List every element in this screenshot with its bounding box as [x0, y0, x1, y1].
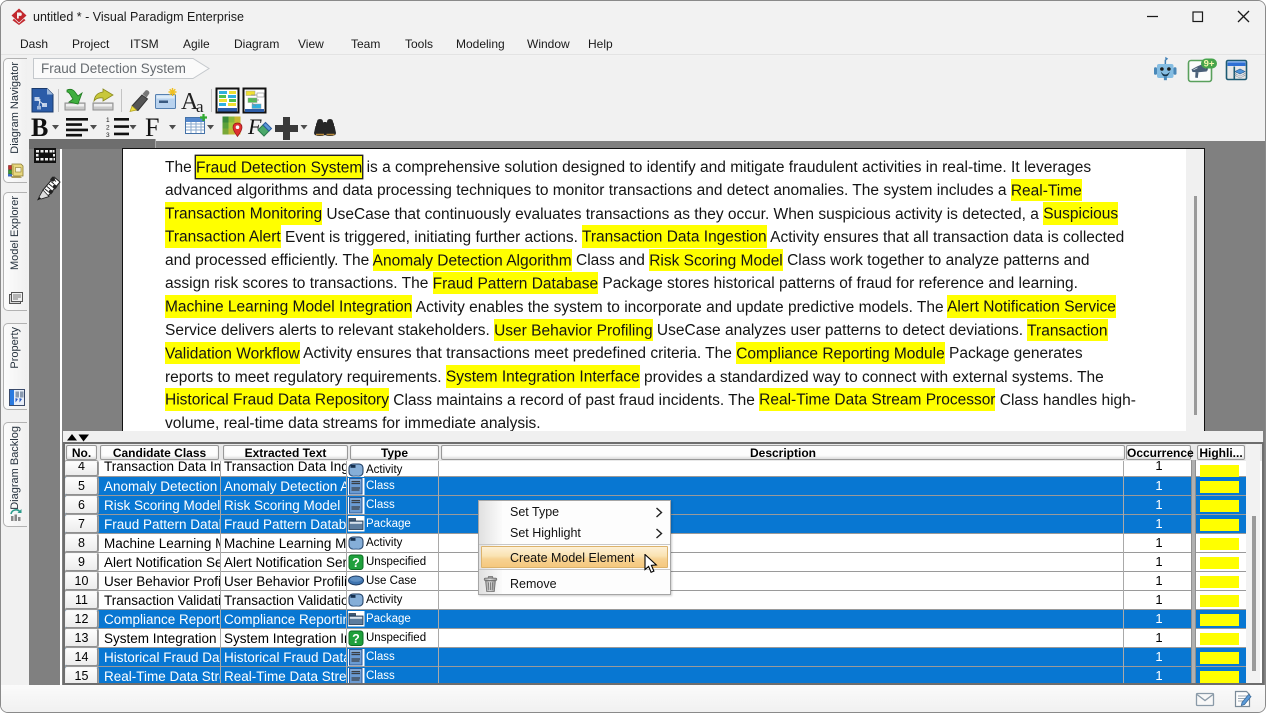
svg-text:Fraud Detection System: Fraud Detection System: [41, 61, 186, 76]
svg-text:F: F: [247, 114, 262, 139]
svg-text:1: 1: [106, 117, 110, 124]
svg-text:a: a: [196, 97, 204, 114]
svg-text:B: B: [31, 114, 48, 140]
svg-text:F: F: [145, 114, 159, 140]
svg-text:?: ?: [352, 556, 360, 570]
svg-text:2: 2: [106, 125, 110, 132]
svg-text:9+: 9+: [1204, 59, 1215, 70]
svg-text:3: 3: [106, 132, 110, 139]
svg-text:?: ?: [352, 632, 360, 646]
